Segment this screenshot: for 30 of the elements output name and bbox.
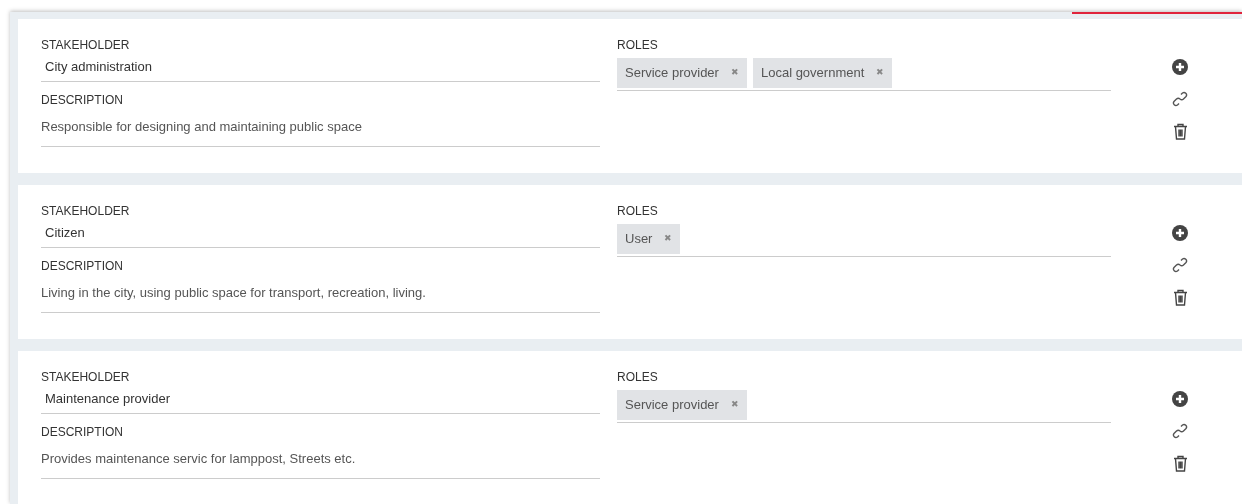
link-icon[interactable] — [1172, 257, 1188, 273]
field-label: DESCRIPTION — [41, 93, 124, 107]
link-icon[interactable] — [1172, 91, 1188, 107]
stakeholder-field[interactable]: Citizen — [41, 218, 600, 248]
field-label: STAKEHOLDER — [41, 204, 131, 218]
trash-icon[interactable] — [1172, 123, 1188, 140]
role-label: User — [625, 230, 653, 249]
stakeholder-field[interactable]: City administration — [41, 52, 600, 82]
role-label: Service provider — [625, 64, 719, 83]
field-label: ROLES — [617, 204, 659, 218]
description-field[interactable]: Living in the city, using public space for transport, recreation, living. — [41, 273, 600, 313]
add-icon[interactable] — [1172, 59, 1188, 75]
role-label: Service provider — [625, 396, 719, 415]
field-label: STAKEHOLDER — [41, 370, 131, 384]
field-label: ROLES — [617, 38, 659, 52]
stakeholder-field[interactable]: Maintenance provider — [41, 384, 600, 414]
field-label: STAKEHOLDER — [41, 38, 131, 52]
trash-icon[interactable] — [1172, 455, 1188, 472]
description-field[interactable]: Responsible for designing and maintaining public space — [41, 107, 600, 147]
add-icon[interactable] — [1172, 225, 1188, 241]
trash-icon[interactable] — [1172, 289, 1188, 306]
add-icon[interactable] — [1172, 391, 1188, 407]
field-label: DESCRIPTION — [41, 425, 124, 439]
field-label: DESCRIPTION — [41, 259, 124, 273]
roles-field[interactable]: User ✖ — [617, 224, 1111, 257]
roles-field[interactable]: Service provider ✖ — [617, 390, 1111, 423]
role-label: Local government — [760, 64, 865, 83]
description-field[interactable]: Provides maintenance servic for lamppost, Streets etc. — [41, 439, 600, 479]
field-label: ROLES — [617, 370, 659, 384]
link-icon[interactable] — [1172, 423, 1188, 439]
